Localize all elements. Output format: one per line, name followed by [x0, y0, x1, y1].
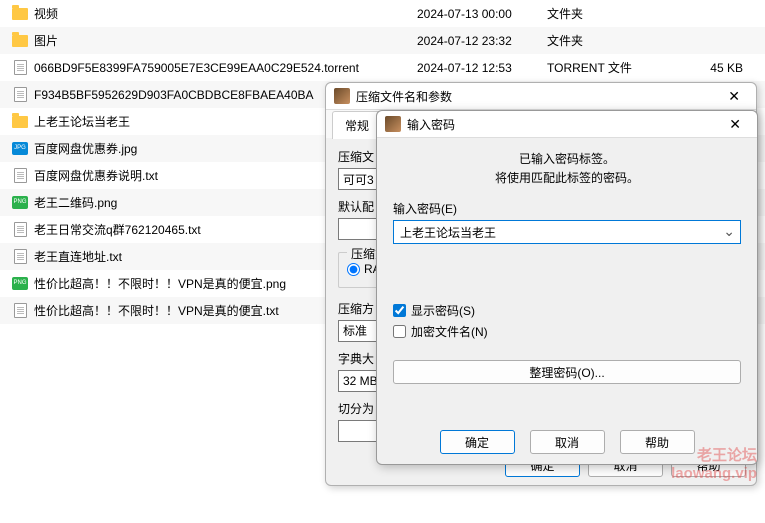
file-date: 2024-07-12 12:53 — [417, 61, 547, 75]
document-icon — [12, 60, 28, 76]
file-name: 百度网盘优惠券.jpg — [34, 140, 137, 157]
winrar-icon — [334, 88, 350, 104]
document-icon — [12, 87, 28, 103]
file-name: 老王直连地址.txt — [34, 248, 122, 265]
document-icon — [12, 168, 28, 184]
tab-general[interactable]: 常规 — [332, 111, 382, 139]
show-password-checkbox[interactable] — [393, 304, 406, 317]
jpg-icon: JPG — [12, 141, 28, 157]
png-icon: PNG — [12, 195, 28, 211]
folder-icon — [12, 6, 28, 22]
encrypt-names-checkbox[interactable] — [393, 325, 406, 338]
file-name: 性价比超高！！不限时！！VPN是真的便宜.txt — [34, 302, 279, 319]
dialog1-title: 压缩文件名和参数 — [356, 88, 452, 105]
close-icon[interactable]: ✕ — [720, 86, 748, 107]
file-row[interactable]: 066BD9F5E8399FA759005E7E3CE99EAA0C29E524… — [0, 54, 765, 81]
password-label: 输入密码(E) — [393, 200, 741, 217]
file-name: 老王日常交流q群762120465.txt — [34, 221, 201, 238]
document-icon — [12, 222, 28, 238]
file-name: 性价比超高！！不限时！！VPN是真的便宜.png — [34, 275, 286, 292]
file-type: 文件夹 — [547, 32, 667, 49]
file-row[interactable]: 视频 2024-07-13 00:00文件夹 — [0, 0, 765, 27]
file-date: 2024-07-12 23:32 — [417, 34, 547, 48]
dialog2-title: 输入密码 — [407, 116, 455, 133]
dialog2-titlebar[interactable]: 输入密码 ✕ — [377, 111, 757, 138]
file-name: 图片 — [34, 32, 58, 49]
organize-passwords-button[interactable]: 整理密码(O)... — [393, 360, 741, 384]
password-input[interactable] — [393, 220, 741, 244]
file-type: TORRENT 文件 — [547, 59, 667, 76]
winrar-icon — [385, 116, 401, 132]
password-tag-info: 已输入密码标签。 将使用匹配此标签的密码。 — [393, 150, 741, 188]
dialog1-titlebar[interactable]: 压缩文件名和参数 ✕ — [326, 83, 756, 110]
folder-icon — [12, 114, 28, 130]
folder-icon — [12, 33, 28, 49]
document-icon — [12, 249, 28, 265]
show-password-label: 显示密码(S) — [411, 302, 475, 319]
file-type: 文件夹 — [547, 5, 667, 22]
dialog2-cancel-button[interactable]: 取消 — [530, 430, 605, 454]
file-name: 百度网盘优惠券说明.txt — [34, 167, 158, 184]
file-row[interactable]: 图片 2024-07-12 23:32文件夹 — [0, 27, 765, 54]
file-name: 老王二维码.png — [34, 194, 117, 211]
encrypt-names-label: 加密文件名(N) — [411, 323, 488, 340]
dialog2-help-button[interactable]: 帮助 — [620, 430, 695, 454]
file-name: 066BD9F5E8399FA759005E7E3CE99EAA0C29E524… — [34, 61, 359, 75]
close-icon[interactable]: ✕ — [721, 114, 749, 135]
dialog2-ok-button[interactable]: 确定 — [440, 430, 515, 454]
file-name: F934B5BF5952629D903FA0CBDBCE8FBAEA40BA — [34, 88, 314, 102]
file-name: 视频 — [34, 5, 58, 22]
file-name: 上老王论坛当老王 — [34, 113, 130, 130]
file-size: 45 KB — [667, 61, 765, 75]
file-date: 2024-07-13 00:00 — [417, 7, 547, 21]
document-icon — [12, 303, 28, 319]
password-dialog: 输入密码 ✕ 已输入密码标签。 将使用匹配此标签的密码。 输入密码(E) 显示密… — [376, 110, 758, 465]
png-icon: PNG — [12, 276, 28, 292]
